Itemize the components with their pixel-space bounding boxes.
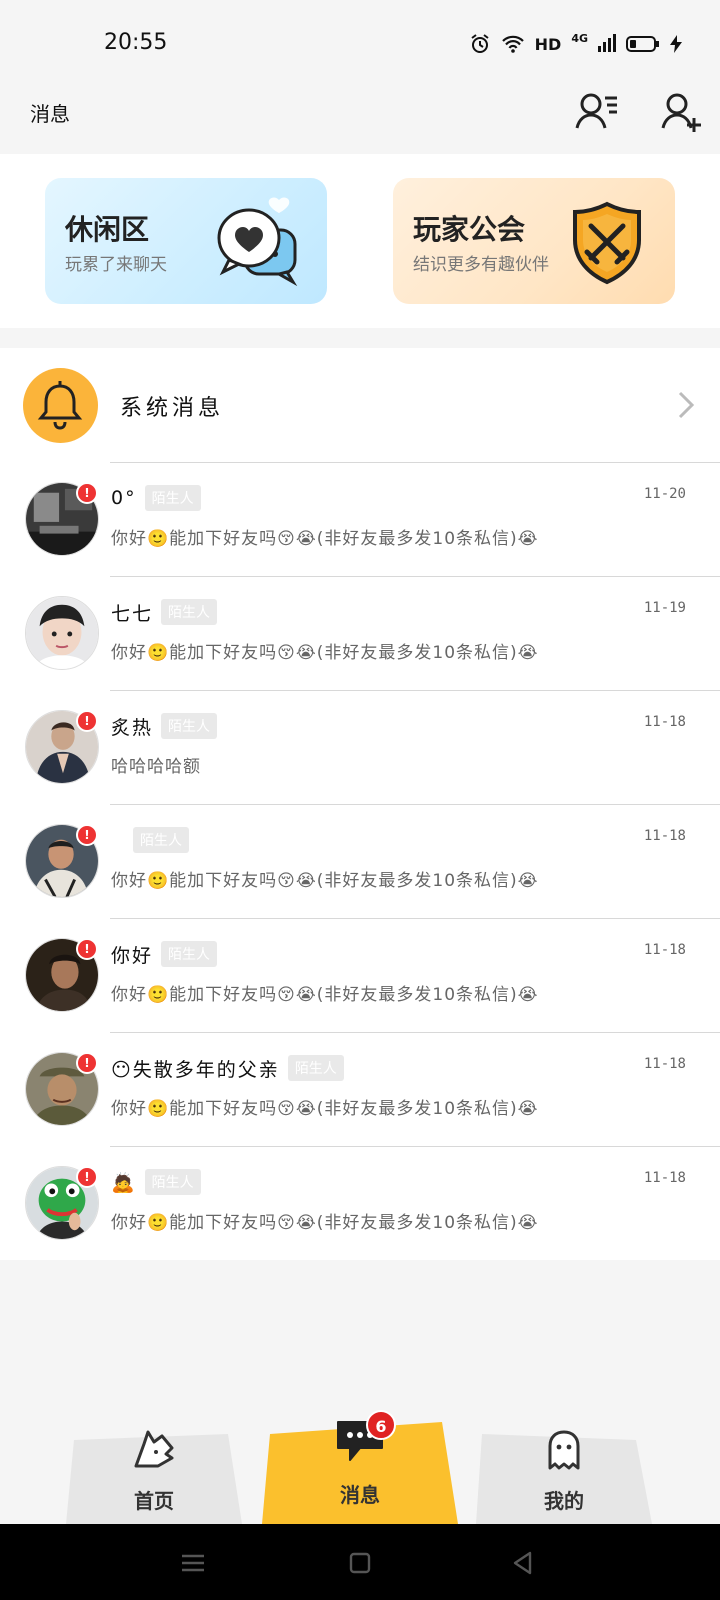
- message-preview: 你好🙂能加下好友吗😚😭(非好友最多发10条私信)😭: [111, 643, 539, 663]
- name-line: 陌生人: [125, 826, 189, 854]
- card-subtitle: 玩累了来聊天: [65, 255, 167, 275]
- alarm-icon: [471, 34, 489, 53]
- contact-name: 你好: [111, 944, 154, 967]
- contact-name: 🙇: [111, 1171, 137, 1194]
- tab-messages-label: 消息: [340, 1483, 380, 1507]
- conversation-row[interactable]: ! 🙇 陌生人 你好🙂能加下好友吗😚😭(非好友最多发10条私信)😭 11-18: [0, 1146, 720, 1260]
- unread-indicator: !: [76, 482, 98, 504]
- tab-home[interactable]: 首页: [66, 1430, 242, 1524]
- system-messages-row[interactable]: 系统消息: [0, 348, 720, 462]
- card-title: 玩家公会: [413, 213, 526, 246]
- tab-mine[interactable]: 我的: [476, 1430, 652, 1524]
- conversation-row[interactable]: ! 你好 陌生人 你好🙂能加下好友吗😚😭(非好友最多发10条私信)😭 11-18: [0, 918, 720, 1032]
- home-icon[interactable]: [343, 1546, 377, 1580]
- name-line: 🙇 陌生人: [111, 1168, 201, 1196]
- add-friend-button[interactable]: [660, 90, 706, 136]
- tab-messages[interactable]: 消息: [262, 1421, 458, 1524]
- message-time: 11-18: [643, 1056, 686, 1072]
- message-preview: 你好🙂能加下好友吗😚😭(非好友最多发10条私信)😭: [111, 529, 539, 549]
- menu-icon[interactable]: [176, 1546, 210, 1580]
- messages-count-badge: 6: [366, 1410, 396, 1440]
- add-user-icon: [661, 93, 701, 132]
- contact-name: 炙热: [111, 716, 154, 739]
- conversation-row[interactable]: ! 炙热 陌生人 哈哈哈哈额 11-18: [0, 690, 720, 804]
- stranger-badge: 陌生人: [144, 485, 201, 511]
- guild-card[interactable]: 玩家公会 结识更多有趣伙伴: [393, 178, 675, 304]
- unread-indicator: !: [76, 710, 98, 732]
- message-time: 11-19: [643, 600, 686, 616]
- page-title: 消息: [30, 102, 70, 126]
- conversation-row[interactable]: 七七 陌生人 你好🙂能加下好友吗😚😭(非好友最多发10条私信)😭 11-19: [0, 576, 720, 690]
- stranger-badge: 陌生人: [144, 1169, 201, 1195]
- message-time: 11-18: [643, 1170, 686, 1186]
- contact-name: 😶失散多年的父亲: [111, 1058, 280, 1081]
- message-preview: 你好🙂能加下好友吗😚😭(非好友最多发10条私信)😭: [111, 871, 539, 891]
- message-preview: 你好🙂能加下好友吗😚😭(非好友最多发10条私信)😭: [111, 1099, 539, 1119]
- name-line: 七七 陌生人: [111, 598, 218, 626]
- status-bar: 20:55 HD 4G: [0, 0, 720, 90]
- avatar: [25, 596, 99, 670]
- wolf-head-icon: [134, 1430, 174, 1468]
- casual-zone-card[interactable]: 休闲区 玩累了来聊天: [45, 178, 327, 304]
- charging-icon: [670, 35, 682, 53]
- contact-name: 七七: [111, 602, 154, 625]
- chevron-right-icon: [678, 391, 695, 419]
- stranger-badge: 陌生人: [161, 599, 218, 625]
- message-time: 11-18: [643, 942, 686, 958]
- network-label: HD: [534, 34, 562, 54]
- message-list: 系统消息 ! 0° 陌生人 你好🙂能加下好友吗😚😭(非好友最多发10条私信)😭 …: [0, 348, 720, 1260]
- header: 消息: [0, 90, 720, 154]
- stranger-badge: 陌生人: [287, 1055, 344, 1081]
- chat-heart-icon: [217, 197, 298, 287]
- stranger-badge: 陌生人: [161, 713, 218, 739]
- card-subtitle: 结识更多有趣伙伴: [413, 255, 549, 275]
- bell-icon: [37, 381, 83, 430]
- name-line: 0° 陌生人: [111, 484, 201, 512]
- status-icons: HD 4G: [469, 30, 682, 58]
- unread-indicator: !: [76, 938, 98, 960]
- back-icon[interactable]: [506, 1546, 540, 1580]
- message-preview: 哈哈哈哈额: [111, 757, 201, 777]
- conversation-row[interactable]: ! 😶失散多年的父亲 陌生人 你好🙂能加下好友吗😚😭(非好友最多发10条私信)😭…: [0, 1032, 720, 1146]
- bottom-nav: 首页 消息 6 我的: [0, 1410, 720, 1524]
- feature-cards: 休闲区 玩累了来聊天 玩家公会 结识更多有趣伙伴: [0, 154, 720, 328]
- contacts-icon: [575, 93, 617, 129]
- card-title: 休闲区: [65, 213, 150, 246]
- conversation-row[interactable]: ! 陌生人 你好🙂能加下好友吗😚😭(非好友最多发10条私信)😭 11-18: [0, 804, 720, 918]
- name-line: 炙热 陌生人: [111, 712, 218, 740]
- system-nav-bar: [0, 1524, 720, 1600]
- contacts-button[interactable]: [574, 90, 620, 136]
- name-line: 你好 陌生人: [111, 940, 218, 968]
- ghost-icon: [548, 1430, 580, 1470]
- unread-indicator: !: [76, 824, 98, 846]
- conversation-row[interactable]: ! 0° 陌生人 你好🙂能加下好友吗😚😭(非好友最多发10条私信)😭 11-20: [0, 462, 720, 576]
- signal-icon: [598, 34, 616, 52]
- stranger-badge: 陌生人: [161, 941, 218, 967]
- signal-label: 4G: [571, 31, 588, 45]
- system-bell-avatar: [23, 368, 98, 443]
- message-time: 11-20: [643, 486, 686, 502]
- tab-home-label: 首页: [134, 1489, 174, 1513]
- message-time: 11-18: [643, 828, 686, 844]
- tab-mine-label: 我的: [544, 1489, 584, 1513]
- stranger-badge: 陌生人: [133, 827, 189, 853]
- system-messages-title: 系统消息: [120, 396, 225, 421]
- shield-swords-icon: [573, 201, 641, 285]
- unread-indicator: !: [76, 1166, 98, 1188]
- contact-name: 0°: [111, 487, 137, 509]
- message-preview: 你好🙂能加下好友吗😚😭(非好友最多发10条私信)😭: [111, 985, 539, 1005]
- battery-icon: [626, 36, 659, 52]
- wifi-icon: [501, 35, 524, 53]
- unread-indicator: !: [76, 1052, 98, 1074]
- status-time: 20:55: [104, 30, 168, 55]
- message-time: 11-18: [643, 714, 686, 730]
- name-line: 😶失散多年的父亲 陌生人: [111, 1054, 344, 1082]
- message-preview: 你好🙂能加下好友吗😚😭(非好友最多发10条私信)😭: [111, 1213, 539, 1233]
